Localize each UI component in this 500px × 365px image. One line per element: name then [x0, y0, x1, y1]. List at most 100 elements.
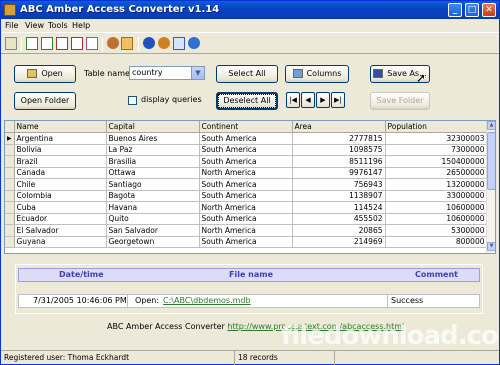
- column-header[interactable]: Capital: [106, 121, 200, 133]
- pdf-icon[interactable]: [71, 37, 83, 50]
- grid-cell[interactable]: Ottawa: [106, 167, 200, 179]
- menu-view[interactable]: View: [25, 20, 44, 32]
- grid-cell[interactable]: Colombia: [14, 190, 107, 202]
- grid-cell[interactable]: Chile: [14, 178, 107, 191]
- grid-cell[interactable]: Brasilia: [106, 155, 200, 168]
- open-folder-button[interactable]: Open Folder: [14, 92, 76, 110]
- grid-cell[interactable]: 7300000: [385, 144, 488, 156]
- table-row[interactable]: Cuba Havana North America 114524 10600000: [5, 201, 488, 214]
- log-file-link[interactable]: C:\ABC\dbdemos.mdb: [163, 295, 251, 307]
- grid-cell[interactable]: 10600000: [385, 213, 488, 225]
- grid-cell[interactable]: 756943: [292, 178, 386, 191]
- chevron-down-icon[interactable]: ▼: [191, 67, 204, 79]
- grid-cell[interactable]: El Salvador: [14, 224, 107, 237]
- row-indicator[interactable]: [5, 236, 15, 248]
- vertical-scrollbar[interactable]: ▲ ▼: [486, 121, 495, 253]
- row-indicator[interactable]: [5, 155, 15, 168]
- open-button[interactable]: Open: [14, 65, 76, 83]
- table-name-select[interactable]: country ▼: [129, 66, 205, 80]
- grid-cell[interactable]: 1138907: [292, 190, 386, 202]
- table-row[interactable]: El Salvador San Salvador North America 2086…: [5, 224, 488, 237]
- column-header[interactable]: Population: [385, 121, 488, 133]
- data-grid[interactable]: Name Capital Continent Area Population ▶…: [4, 120, 496, 254]
- grid-cell[interactable]: 114524: [292, 201, 386, 214]
- table-row[interactable]: ▶ Argentina Buenos Aires South America 27778…: [5, 132, 488, 145]
- row-indicator[interactable]: [5, 224, 15, 237]
- maximize-button[interactable]: □: [465, 3, 479, 17]
- grid-cell[interactable]: Canada: [14, 167, 107, 179]
- doc-icon[interactable]: [86, 37, 98, 50]
- grid-cell[interactable]: Ecuador: [14, 213, 107, 225]
- row-indicator[interactable]: [5, 190, 15, 202]
- grid-cell[interactable]: South America: [199, 155, 293, 168]
- grid-cell[interactable]: Santiago: [106, 178, 200, 191]
- display-queries-checkbox[interactable]: [128, 96, 137, 105]
- grid-cell[interactable]: Quito: [106, 213, 200, 225]
- row-indicator[interactable]: [5, 167, 15, 179]
- scroll-down-icon[interactable]: ▼: [487, 242, 495, 251]
- grid-cell[interactable]: 455502: [292, 213, 386, 225]
- grid-cell[interactable]: Georgetown: [106, 236, 200, 248]
- deselect-all-button[interactable]: Deselect All: [216, 92, 278, 110]
- info-icon[interactable]: [188, 37, 200, 49]
- row-indicator[interactable]: ▶: [5, 132, 15, 145]
- columns-button[interactable]: Columns: [285, 65, 349, 83]
- grid-cell[interactable]: 10600000: [385, 201, 488, 214]
- select-all-button[interactable]: Select All: [216, 65, 278, 83]
- row-indicator[interactable]: [5, 201, 15, 214]
- grid-cell[interactable]: 33000000: [385, 190, 488, 202]
- grid-cell[interactable]: 32300003: [385, 132, 488, 145]
- row-indicator[interactable]: [5, 178, 15, 191]
- column-header[interactable]: Continent: [199, 121, 293, 133]
- pdf-icon[interactable]: [56, 37, 68, 50]
- table-row[interactable]: Brazil Brasilia South America 8511196 150400…: [5, 155, 488, 168]
- grid-cell[interactable]: Guyana: [14, 236, 107, 248]
- grid-cell[interactable]: La Paz: [106, 144, 200, 156]
- grid-cell[interactable]: Cuba: [14, 201, 107, 214]
- grid-cell[interactable]: 5300000: [385, 224, 488, 237]
- grid-cell[interactable]: 2777815: [292, 132, 386, 145]
- grid-cell[interactable]: South America: [199, 190, 293, 202]
- grid-cell[interactable]: North America: [199, 167, 293, 179]
- excel-icon[interactable]: [41, 37, 53, 50]
- minimize-button[interactable]: _: [448, 3, 462, 17]
- grid-cell[interactable]: South America: [199, 236, 293, 248]
- grid-cell[interactable]: 1098575: [292, 144, 386, 156]
- column-header[interactable]: Area: [292, 121, 386, 133]
- grid-cell[interactable]: South America: [199, 132, 293, 145]
- grid-cell[interactable]: Buenos Aires: [106, 132, 200, 145]
- scroll-thumb[interactable]: [487, 132, 495, 190]
- grid-cell[interactable]: 20865: [292, 224, 386, 237]
- grid-cell[interactable]: South America: [199, 144, 293, 156]
- column-header[interactable]: Name: [14, 121, 107, 133]
- table-row[interactable]: Ecuador Quito South America 455502 10600000: [5, 213, 488, 225]
- grid-cell[interactable]: South America: [199, 213, 293, 225]
- excel-icon[interactable]: [26, 37, 38, 50]
- close-button[interactable]: ✕: [482, 3, 496, 17]
- table-row[interactable]: Canada Ottawa North America 9976147 26500000: [5, 167, 488, 179]
- grid-cell[interactable]: Havana: [106, 201, 200, 214]
- grid-cell[interactable]: 13200000: [385, 178, 488, 191]
- grid-cell[interactable]: 8511196: [292, 155, 386, 168]
- grid-cell[interactable]: Brazil: [14, 155, 107, 168]
- menu-help[interactable]: Help: [72, 20, 90, 32]
- last-record-button[interactable]: ▶|: [331, 92, 345, 108]
- next-record-button[interactable]: ▶: [316, 92, 330, 108]
- prev-record-button[interactable]: ◀: [301, 92, 315, 108]
- log-entry[interactable]: 7/31/2005 10:46:06 PM Open: C:\ABC\dbdem…: [18, 294, 480, 308]
- grid-cell[interactable]: 150400000: [385, 155, 488, 168]
- table-row[interactable]: Colombia Bagota South America 1138907 330000…: [5, 190, 488, 202]
- grid-cell[interactable]: 214969: [292, 236, 386, 248]
- settings-icon[interactable]: [107, 37, 119, 49]
- grid-cell[interactable]: North America: [199, 201, 293, 214]
- grid-cell[interactable]: Argentina: [14, 132, 107, 145]
- row-indicator[interactable]: [5, 213, 15, 225]
- table-row[interactable]: Chile Santiago South America 756943 13200000: [5, 178, 488, 191]
- grid-cell[interactable]: 26500000: [385, 167, 488, 179]
- table-row[interactable]: Guyana Georgetown South America 214969 80000…: [5, 236, 488, 248]
- grid-cell[interactable]: South America: [199, 178, 293, 191]
- grid-cell[interactable]: San Salvador: [106, 224, 200, 237]
- grid-cell[interactable]: Bolivia: [14, 144, 107, 156]
- help-icon[interactable]: [143, 37, 155, 49]
- grid-cell[interactable]: 800000: [385, 236, 488, 248]
